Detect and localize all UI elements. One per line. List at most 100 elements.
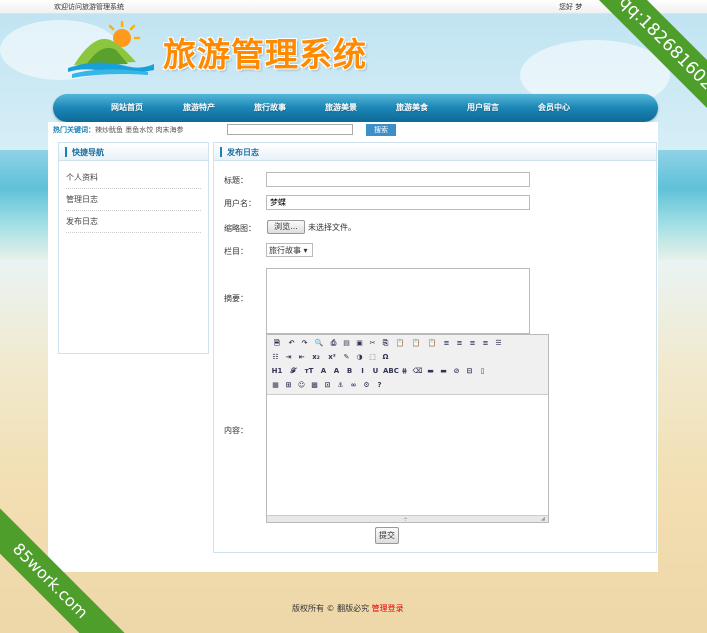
editor-tool-icon[interactable]: ⇥ (283, 352, 294, 363)
username-input[interactable] (266, 195, 530, 210)
toolbar-row-4: ▦ ⊞ ☺ ▩ ⊡ ⚓ ∞ ⚙? (270, 379, 387, 392)
editor-tool-icon[interactable]: ◑ (354, 352, 365, 363)
editor-tool-icon[interactable]: ▬ (438, 366, 449, 377)
browse-file-button[interactable]: 浏览... (267, 220, 305, 234)
hot-keywords-title: 热门关键词： (53, 126, 95, 134)
editor-tool-icon[interactable]: ≡ (454, 338, 465, 349)
sidebar-item-publish-log[interactable]: 发布日志 (66, 211, 201, 233)
editor-tool-icon[interactable]: ▣ (354, 338, 365, 349)
editor-tool-icon[interactable]: ⎙ (328, 338, 339, 349)
editor-tool-icon[interactable]: ↶ (286, 338, 297, 349)
editor-tool-icon[interactable]: ABC (383, 366, 399, 377)
editor-tool-icon[interactable]: x₂ (309, 352, 323, 363)
nav-item-stories[interactable]: 旅行故事 (254, 102, 286, 113)
editor-tool-icon[interactable]: ▩ (309, 380, 320, 391)
admin-login-link[interactable]: 管理登录 (372, 604, 404, 613)
editor-tool-icon[interactable]: ∞ (348, 380, 359, 391)
content-label: 内容： (224, 426, 248, 435)
editor-tool-icon[interactable]: Ω (380, 352, 391, 363)
nav-item-food[interactable]: 旅游美食 (396, 102, 428, 113)
editor-tool-icon[interactable]: ✎ (341, 352, 352, 363)
toolbar-row-3: H1 𝓕тT A A B I U ABC ⋕ ⌫ ▬ ▬ ⊘ ⊟ ▯ (270, 365, 490, 378)
editor-tool-icon[interactable]: x² (325, 352, 339, 363)
nav-item-specialties[interactable]: 旅游特产 (183, 102, 215, 113)
editor-tool-icon[interactable]: A (331, 366, 342, 377)
site-logo-icon (68, 20, 154, 78)
header-accent-bar (220, 147, 222, 157)
thumbnail-label: 缩略图： (224, 224, 256, 233)
editor-tool-icon[interactable]: ↷ (299, 338, 310, 349)
nav-item-home[interactable]: 网站首页 (111, 102, 143, 113)
editor-tool-icon[interactable]: 𝓕 (286, 366, 300, 377)
editor-tool-icon[interactable]: 📋 (393, 338, 407, 349)
no-file-text: 未选择文件。 (308, 223, 356, 232)
search-input[interactable] (227, 124, 353, 135)
editor-tool-icon[interactable]: ≡ (480, 338, 491, 349)
editor-tool-icon[interactable]: ⎘ (380, 338, 391, 349)
drag-handle-icon[interactable]: ÷ (403, 516, 408, 523)
editor-tool-icon[interactable]: ☷ (270, 352, 281, 363)
column-label: 栏目： (224, 247, 248, 256)
sidebar-quick-nav: 快捷导航 个人资料 管理日志 发布日志 (58, 142, 209, 354)
editor-tool-icon[interactable]: ☰ (493, 338, 504, 349)
hot-keywords: 热门关键词：辣炒鱿鱼 墨鱼水饺 肉末海参 (53, 125, 183, 135)
editor-content-area[interactable] (267, 395, 548, 515)
editor-tool-icon[interactable]: ? (374, 380, 385, 391)
column-select[interactable]: 旅行故事 ▾ (266, 243, 313, 257)
editor-tool-icon[interactable]: 📋 (425, 338, 439, 349)
copyright-text: 版权所有 © 翻版必究 (292, 604, 372, 613)
toolbar-row-1: 🗎 ↶ ↷ 🔍 ⎙ ▤ ▣ ✂ ⎘ 📋 📋 📋 ≡ ≡ ≡ ≡ ☰ (270, 337, 506, 350)
editor-toolbar: 🗎 ↶ ↷ 🔍 ⎙ ▤ ▣ ✂ ⎘ 📋 📋 📋 ≡ ≡ ≡ ≡ ☰ ☷ ⇥ ⇤ x₂ x² ✎ ◑ ⬚ Ω H1 𝓕тT A A B I U… (267, 335, 548, 395)
editor-tool-icon[interactable]: 🗎 (270, 338, 284, 349)
username-label: 用户名： (224, 199, 256, 208)
resize-grip-icon[interactable]: ◢ (541, 517, 546, 522)
editor-tool-icon[interactable]: ⋕ (399, 366, 410, 377)
editor-tool-icon[interactable]: ⊟ (464, 366, 475, 377)
editor-tool-icon[interactable]: I (357, 366, 368, 377)
editor-tool-icon[interactable]: 🔍 (312, 338, 326, 349)
panel-header: 发布日志 (214, 143, 656, 161)
editor-tool-icon[interactable]: ⊡ (322, 380, 333, 391)
editor-tool-icon[interactable]: ⊘ (451, 366, 462, 377)
submit-button[interactable]: 提交 (375, 527, 399, 544)
editor-tool-icon[interactable]: ☺ (296, 380, 307, 391)
editor-tool-icon[interactable]: H1 (270, 366, 284, 377)
editor-tool-icon[interactable]: ≡ (441, 338, 452, 349)
editor-tool-icon[interactable]: ✂ (367, 338, 378, 349)
nav-item-messages[interactable]: 用户留言 (467, 102, 499, 113)
editor-tool-icon[interactable]: тT (302, 366, 316, 377)
title-input[interactable] (266, 172, 530, 187)
editor-tool-icon[interactable]: ⚓ (335, 380, 346, 391)
sidebar-item-profile[interactable]: 个人资料 (66, 167, 201, 189)
footer: 版权所有 © 翻版必究 管理登录 (292, 603, 404, 614)
main-navigation: 网站首页 旅游特产 旅行故事 旅游美景 旅游美食 用户留言 会员中心 (53, 94, 658, 122)
welcome-text: 欢迎访问旅游管理系统 (54, 3, 124, 11)
user-greeting: 您好 梦 (559, 3, 583, 11)
hot-keywords-list[interactable]: 辣炒鱿鱼 墨鱼水饺 肉末海参 (95, 126, 183, 134)
panel-title: 发布日志 (227, 148, 259, 157)
rich-text-editor: 🗎 ↶ ↷ 🔍 ⎙ ▤ ▣ ✂ ⎘ 📋 📋 📋 ≡ ≡ ≡ ≡ ☰ ☷ ⇥ ⇤ x₂ x² ✎ ◑ ⬚ Ω H1 𝓕тT A A B I U… (266, 334, 549, 523)
title-label: 标题： (224, 176, 248, 185)
search-button[interactable]: 搜索 (366, 124, 396, 136)
nav-item-member-center[interactable]: 会员中心 (538, 102, 570, 113)
editor-tool-icon[interactable]: 📋 (409, 338, 423, 349)
editor-tool-icon[interactable]: ≡ (467, 338, 478, 349)
editor-statusbar: ÷ ◢ (267, 515, 548, 523)
sidebar-title: 快捷导航 (72, 148, 104, 157)
editor-tool-icon[interactable]: ▬ (425, 366, 436, 377)
editor-tool-icon[interactable]: A (318, 366, 329, 377)
nav-item-scenery[interactable]: 旅游美景 (325, 102, 357, 113)
editor-tool-icon[interactable]: ⊞ (283, 380, 294, 391)
editor-tool-icon[interactable]: ▯ (477, 366, 488, 377)
editor-tool-icon[interactable]: ⚙ (361, 380, 372, 391)
editor-tool-icon[interactable]: ⌫ (412, 366, 423, 377)
sidebar-header: 快捷导航 (59, 143, 208, 161)
editor-tool-icon[interactable]: ▦ (270, 380, 281, 391)
editor-tool-icon[interactable]: B (344, 366, 355, 377)
editor-tool-icon[interactable]: U (370, 366, 381, 377)
editor-tool-icon[interactable]: ⇤ (296, 352, 307, 363)
summary-textarea[interactable] (266, 268, 530, 334)
editor-tool-icon[interactable]: ▤ (341, 338, 352, 349)
editor-tool-icon[interactable]: ⬚ (367, 352, 378, 363)
sidebar-item-manage-logs[interactable]: 管理日志 (66, 189, 201, 211)
